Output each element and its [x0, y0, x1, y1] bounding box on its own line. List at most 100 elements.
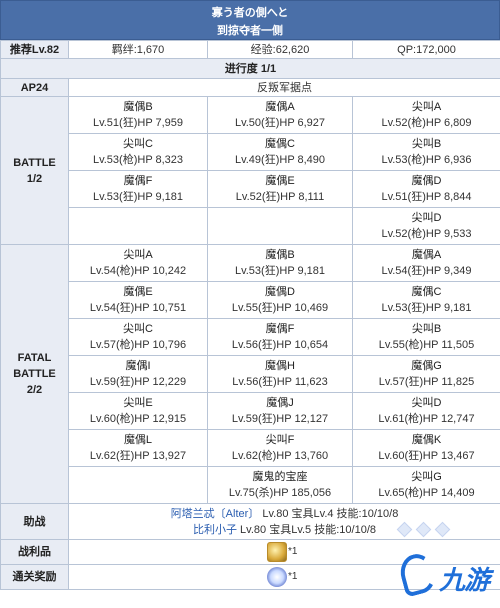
enemy-stat: Lv.51(狂)HP 8,844 [381, 191, 472, 203]
quest-info-panel: 寡う者の側へと 到掠夺者一侧 推荐Lv.82 羁绊:1,670 经验:62,62… [0, 0, 500, 608]
enemy-stat: Lv.57(狂)HP 11,825 [378, 376, 475, 388]
enemy-name: 尖叫B [411, 138, 442, 150]
enemy-name: 尖叫C [123, 138, 153, 150]
enemy-name: 魔偶D [265, 286, 295, 298]
enemy-cell: 魔偶I Lv.59(狂)HP 12,229 [68, 355, 208, 393]
quest-table: 推荐Lv.82 羁绊:1,670 经验:62,620 QP:172,000 进行… [0, 40, 500, 590]
enemy-name: 尖叫C [123, 323, 153, 335]
enemy-cell: 尖叫G Lv.65(枪)HP 14,409 [352, 466, 500, 504]
enemy-stat: Lv.75(杀)HP 185,056 [228, 487, 332, 499]
enemy-name: 魔偶C [411, 286, 442, 298]
enemy-stat: Lv.57(枪)HP 10,796 [89, 339, 187, 351]
enemy-cell: 魔偶C Lv.53(狂)HP 9,181 [352, 281, 500, 319]
ap-label: AP24 [0, 78, 69, 97]
enemy-name: 尖叫G [411, 471, 442, 483]
enemy-name: 魔偶A [411, 249, 442, 261]
enemy-cell: 魔偶B Lv.53(狂)HP 9,181 [207, 244, 353, 282]
enemy-name: 尖叫F [265, 434, 295, 446]
progress-header: 进行度 1/1 [0, 58, 500, 79]
enemy-name: 魔偶F [123, 175, 153, 187]
battle1-row: 尖叫C Lv.53(枪)HP 8,323 魔偶C Lv.49(狂)HP 8,490 … [1, 133, 500, 171]
enemy-stat: Lv.53(枪)HP 6,936 [381, 154, 472, 166]
battle1-row: 魔偶F Lv.53(狂)HP 9,181 魔偶E Lv.52(狂)HP 8,111 … [1, 170, 500, 208]
enemy-stat: Lv.56(狂)HP 11,623 [232, 376, 328, 388]
battle1-label: BATTLE 1/2 [0, 96, 69, 245]
enemy-stat: Lv.54(狂)HP 10,751 [89, 302, 187, 314]
enemy-name: 魔偶H [265, 360, 295, 372]
enemy-name: 魔偶I [125, 360, 151, 372]
enemy-name: 魔偶E [265, 175, 295, 187]
enemy-name: 魔鬼的宝座 [252, 471, 308, 483]
enemy-name: 魔偶L [123, 434, 153, 446]
drops-label: 战利品 [0, 539, 69, 565]
enemy-cell: 尖叫A Lv.54(枪)HP 10,242 [68, 244, 208, 282]
enemy-stat: Lv.56(狂)HP 10,654 [231, 339, 329, 351]
enemy-cell: 魔偶G Lv.57(狂)HP 11,825 [352, 355, 500, 393]
support-servant-detail-1: Lv.80 宝具Lv.4 技能:10/10/8 [259, 507, 399, 520]
battle2-row: 魔偶E Lv.54(狂)HP 10,751 魔偶D Lv.55(狂)HP 10,46… [1, 281, 500, 319]
enemy-name: 魔偶D [411, 175, 442, 187]
exp-value: 经验:62,620 [207, 40, 353, 59]
enemy-cell: 尖叫C Lv.53(枪)HP 8,323 [68, 133, 208, 171]
battle2-row: 魔鬼的宝座 Lv.75(杀)HP 185,056 尖叫G Lv.65(枪)HP 14… [1, 466, 500, 504]
quest-title-cn: 到掠夺者一侧 [217, 25, 283, 37]
enemy-cell: 尖叫F Lv.62(枪)HP 13,760 [207, 429, 353, 467]
enemy-stat: Lv.54(狂)HP 9,349 [381, 265, 472, 277]
enemy-stat: Lv.54(枪)HP 10,242 [89, 265, 187, 277]
enemy-name: 尖叫D [411, 212, 442, 224]
enemy-cell: 魔偶L Lv.62(狂)HP 13,927 [68, 429, 208, 467]
enemy-cell: 魔偶K Lv.60(狂)HP 13,467 [352, 429, 500, 467]
diamond-decor-icon [415, 521, 432, 538]
enemy-name: 尖叫D [411, 397, 442, 409]
support-servant-link-1[interactable]: 阿塔兰忒〔Alter〕 [171, 508, 260, 520]
watermark-text: 九游 [439, 565, 490, 595]
quest-title-bar: 寡う者の側へと 到掠夺者一侧 [0, 0, 500, 40]
enemy-name: 魔偶A [265, 101, 295, 113]
enemy-stat: Lv.52(狂)HP 8,111 [235, 191, 325, 203]
enemy-cell: 魔偶C Lv.49(狂)HP 8,490 [207, 133, 353, 171]
qp-value: QP:172,000 [352, 40, 500, 59]
recommended-level: 推荐Lv.82 [0, 40, 69, 59]
enemy-cell: 魔偶D Lv.55(狂)HP 10,469 [207, 281, 353, 319]
enemy-cell: 魔偶A Lv.54(狂)HP 9,349 [352, 244, 500, 282]
enemy-name: 魔偶J [266, 397, 294, 409]
enemy-stat: Lv.50(狂)HP 6,927 [234, 117, 326, 129]
enemy-stat: Lv.61(枪)HP 12,747 [378, 413, 475, 425]
ap-location: 反叛军据点 [68, 78, 500, 97]
enemy-cell: 尖叫D Lv.61(枪)HP 12,747 [352, 392, 500, 430]
enemy-name: 魔偶C [265, 138, 295, 150]
enemy-name: 魔偶E [123, 286, 153, 298]
enemy-stat: Lv.53(狂)HP 9,181 [92, 191, 184, 203]
enemy-name: 魔偶G [411, 360, 442, 372]
enemy-cell: 魔偶B Lv.51(狂)HP 7,959 [68, 96, 208, 134]
enemy-name: 尖叫A [411, 101, 442, 113]
enemy-cell-empty [68, 466, 208, 504]
enemy-name: 魔偶B [123, 101, 153, 113]
enemy-cell: 魔偶H Lv.56(狂)HP 11,623 [207, 355, 353, 393]
star-quartz-icon[interactable] [267, 567, 287, 587]
enemy-name: 魔偶F [265, 323, 295, 335]
diamond-decor-icon [396, 521, 413, 538]
support-servant-link-2[interactable]: 比利小子 [193, 524, 237, 536]
enemy-cell: 尖叫E Lv.60(枪)HP 12,915 [68, 392, 208, 430]
clear-reward-count: *1 [288, 571, 298, 582]
enemy-stat: Lv.60(狂)HP 13,467 [378, 450, 475, 462]
drops-count: *1 [288, 546, 298, 557]
enemy-cell-empty [68, 207, 208, 245]
enemy-stat: Lv.53(狂)HP 9,181 [234, 265, 326, 277]
gold-material-icon[interactable] [267, 542, 287, 562]
enemy-stat: Lv.62(狂)HP 13,927 [89, 450, 187, 462]
enemy-cell: 尖叫B Lv.53(枪)HP 6,936 [352, 133, 500, 171]
diamond-decor-icon [434, 521, 451, 538]
battle2-label-line1: FATAL [17, 352, 52, 364]
decor-diamonds [396, 521, 453, 538]
enemy-stat: Lv.55(狂)HP 10,469 [231, 302, 329, 314]
quest-title-jp: 寡う者の側へと [211, 7, 289, 19]
enemy-stat: Lv.53(枪)HP 8,323 [92, 154, 184, 166]
enemy-cell: 尖叫B Lv.55(枪)HP 11,505 [352, 318, 500, 356]
battle2-label-line2: BATTLE [13, 368, 56, 380]
battle1-label-line1: BATTLE [13, 156, 56, 169]
enemy-stat: Lv.55(枪)HP 11,505 [378, 339, 475, 351]
clear-reward-label: 通关奖励 [0, 564, 69, 590]
enemy-stat: Lv.53(狂)HP 9,181 [381, 302, 472, 314]
